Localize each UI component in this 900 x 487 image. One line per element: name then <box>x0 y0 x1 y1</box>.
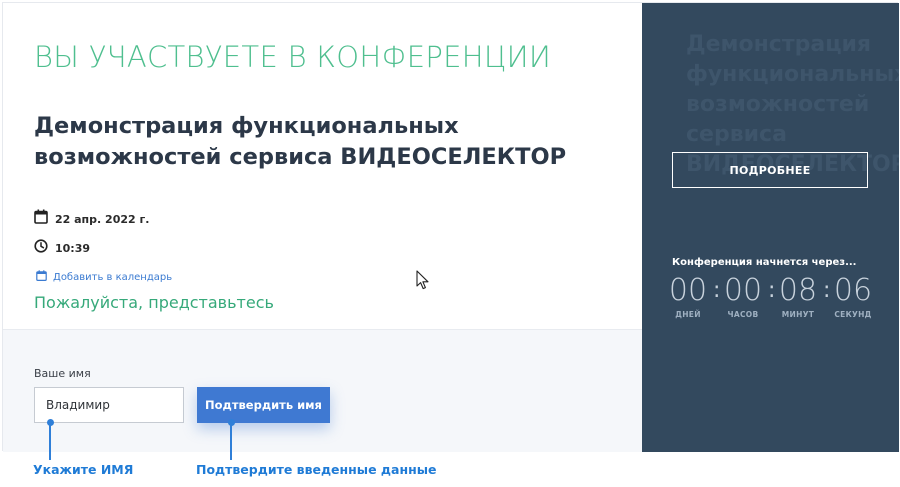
name-form: Ваше имя Подтвердить имя <box>3 329 642 452</box>
annotation-line-name <box>49 423 51 460</box>
name-input[interactable] <box>34 387 184 423</box>
conference-card: ВЫ УЧАСТВУЕТЕ В КОНФЕРЕНЦИИ Демонстрация… <box>2 2 899 452</box>
clock-icon <box>34 238 48 258</box>
countdown-days-label: ДНЕЙ <box>675 310 701 319</box>
countdown-seconds: 06 <box>833 273 873 308</box>
name-field-label: Ваше имя <box>34 367 91 380</box>
conference-info-panel: ВЫ УЧАСТВУЕТЕ В КОНФЕРЕНЦИИ Демонстрация… <box>3 3 642 452</box>
countdown-minutes-label: МИНУТ <box>781 310 815 319</box>
countdown-separator: : <box>713 278 721 303</box>
countdown-separator: : <box>823 278 831 303</box>
conference-date: 22 апр. 2022 г. <box>55 212 150 226</box>
confirm-name-button[interactable]: Подтвердить имя <box>197 387 330 423</box>
conference-time: 10:39 <box>55 241 91 255</box>
date-row: 22 апр. 2022 г. <box>34 209 150 229</box>
calendar-icon <box>34 209 48 229</box>
conference-details: ВЫ УЧАСТВУЕТЕ В КОНФЕРЕНЦИИ Демонстрация… <box>3 3 642 329</box>
time-row: 10:39 <box>34 238 91 258</box>
conference-title: Демонстрация функциональных возможностей… <box>34 113 567 170</box>
countdown-separator: : <box>768 278 776 303</box>
countdown-hours-label: ЧАСОВ <box>727 310 759 319</box>
countdown-days: 00 <box>668 273 708 308</box>
countdown-hours: 00 <box>723 273 763 308</box>
countdown-seconds-label: СЕКУНД <box>834 310 872 319</box>
more-details-button[interactable]: ПОДРОБНЕЕ <box>672 152 868 188</box>
add-to-calendar-label[interactable]: Добавить в календарь <box>53 272 172 283</box>
countdown-minutes: 08 <box>778 273 818 308</box>
add-to-calendar-link[interactable]: Добавить в календарь <box>36 268 172 286</box>
mouse-cursor-icon <box>416 270 430 295</box>
countdown-caption: Конференция начнется через... <box>672 257 857 268</box>
annotation-enter-name: Укажите ИМЯ <box>33 462 134 477</box>
introduce-prompt: Пожалуйста, представьтесь <box>34 293 274 312</box>
annotation-confirm-data: Подтвердите введенные данные <box>196 462 437 477</box>
countdown-sidebar: Демонстрация функциональных возможностей… <box>642 3 899 452</box>
annotation-line-confirm <box>230 423 232 460</box>
page-eyebrow: ВЫ УЧАСТВУЕТЕ В КОНФЕРЕНЦИИ <box>34 40 552 74</box>
countdown-timer: 00 : 00 : 08 : 06 ДНЕЙ ЧАСОВ МИНУТ СЕКУН… <box>666 273 876 323</box>
calendar-small-icon <box>36 268 47 286</box>
